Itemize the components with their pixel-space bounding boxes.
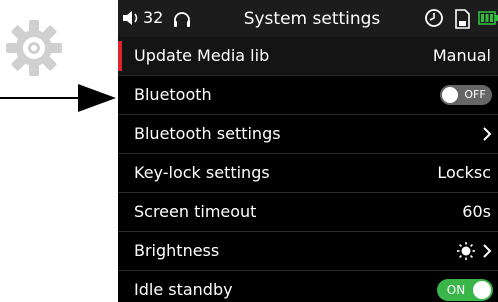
toggle-knob	[473, 281, 491, 299]
idle-standby-toggle[interactable]: ON	[437, 279, 493, 301]
menu-item-label: Update Media lib	[134, 46, 270, 65]
menu-item-label: Screen timeout	[134, 202, 257, 221]
menu-item-label: Bluetooth	[134, 85, 212, 104]
menu-item-label: Key-lock settings	[134, 163, 270, 182]
selection-marker	[118, 41, 122, 71]
menu-item-update-media-lib[interactable]: Update Media lib Manual	[118, 37, 498, 76]
clock-icon	[425, 9, 443, 27]
menu-item-label: Brightness	[134, 241, 220, 260]
screen-title: System settings	[243, 9, 381, 29]
menu-item-label: Idle standby	[134, 280, 233, 299]
menu-item-bluetooth[interactable]: Bluetooth OFF	[118, 76, 498, 115]
sun-icon	[457, 242, 475, 260]
menu-item-bluetooth-settings[interactable]: Bluetooth settings	[118, 115, 498, 154]
toggle-knob	[442, 87, 458, 103]
headphones-icon	[174, 12, 190, 27]
sd-card-icon	[455, 9, 470, 29]
speaker-icon	[123, 11, 138, 25]
menu-item-screen-timeout[interactable]: Screen timeout 60s	[118, 193, 498, 232]
chevron-right-icon	[483, 244, 492, 258]
menu-item-key-lock-settings[interactable]: Key-lock settings Locksc	[118, 154, 498, 193]
menu-item-label: Bluetooth settings	[134, 124, 281, 143]
menu-item-value: 60s	[462, 202, 491, 221]
menu-item-value: Locksc	[437, 163, 491, 182]
toggle-state: ON	[446, 283, 466, 297]
chevron-right-icon	[483, 127, 492, 141]
menu-item-idle-standby[interactable]: Idle standby ON	[118, 271, 498, 302]
menu-item-brightness[interactable]: Brightness	[118, 232, 498, 271]
status-bar: 32 System settings	[118, 0, 498, 37]
volume-level: 32	[143, 8, 164, 27]
bluetooth-toggle[interactable]: OFF	[440, 85, 492, 105]
menu-item-value: Manual	[432, 46, 491, 65]
toggle-state: OFF	[464, 88, 486, 101]
gear-icon	[6, 20, 62, 76]
battery-icon	[478, 11, 498, 25]
device-screen: 32 System settings Update Media lib Manu…	[118, 0, 498, 302]
arrow-right-icon	[0, 84, 116, 112]
